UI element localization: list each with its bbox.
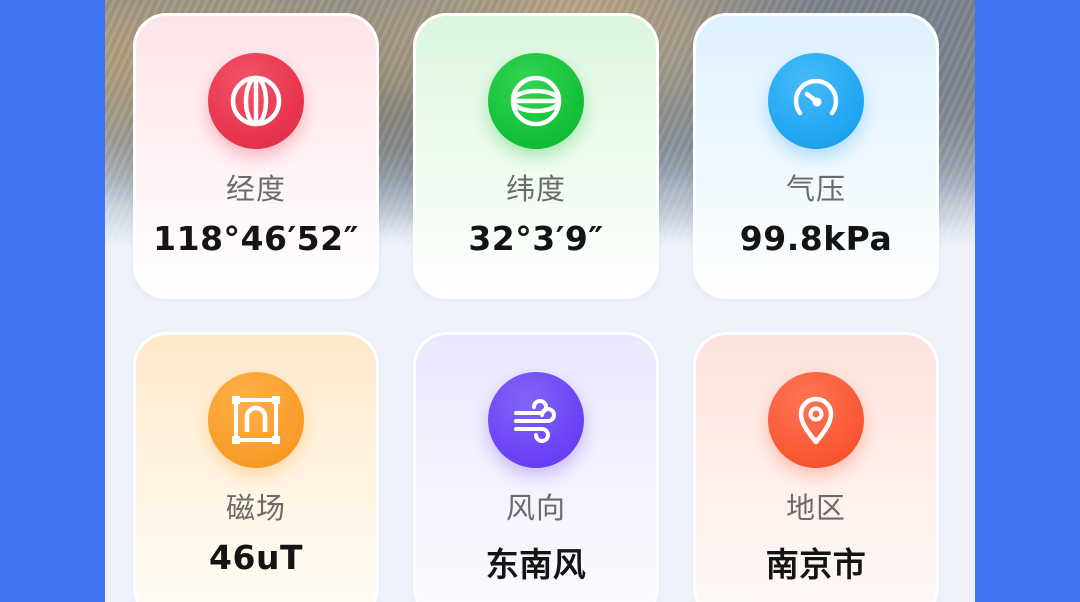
latitude-label: 纬度 [505, 172, 566, 206]
gauge-icon [768, 53, 864, 149]
region-card[interactable]: 地区 南京市 [693, 332, 939, 602]
latitude-value: 32°3′9″ [468, 219, 604, 258]
magnet-icon [208, 372, 304, 468]
longitude-label: 经度 [225, 172, 286, 206]
location-pin-icon [768, 372, 864, 468]
wind-card[interactable]: 风向 东南风 [413, 332, 659, 602]
wind-icon [488, 372, 584, 468]
globe-longitude-icon [208, 53, 304, 149]
magnetic-value: 46uT [209, 538, 303, 577]
pressure-label: 气压 [785, 172, 846, 206]
latitude-card[interactable]: 纬度 32°3′9″ [413, 13, 659, 299]
magnetic-label: 磁场 [225, 491, 286, 525]
wind-label: 风向 [505, 491, 566, 525]
pressure-value: 99.8kPa [739, 219, 893, 258]
magnetic-card[interactable]: 磁场 46uT [133, 332, 379, 602]
longitude-card[interactable]: 经度 118°46′52″ [133, 13, 379, 299]
pressure-card[interactable]: 气压 99.8kPa [693, 13, 939, 299]
region-value: 南京市 [765, 545, 867, 584]
app-screen: 经度 118°46′52″ 纬度 32°3′9″ 气压 99.8kPa 磁场 4… [105, 0, 975, 602]
wind-value: 东南风 [485, 545, 587, 584]
longitude-value: 118°46′52″ [153, 219, 359, 258]
region-label: 地区 [785, 491, 846, 525]
globe-latitude-icon [488, 53, 584, 149]
